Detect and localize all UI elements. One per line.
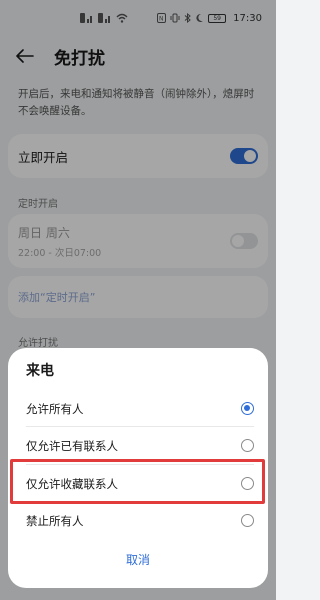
option-label: 禁止所有人 — [26, 513, 84, 528]
sheet-title: 来电 — [26, 363, 54, 379]
radio-selected-icon[interactable] — [241, 402, 254, 415]
radio-icon[interactable] — [241, 439, 254, 452]
option-block-all[interactable]: 禁止所有人 — [26, 502, 254, 539]
option-label: 仅允许已有联系人 — [26, 438, 118, 453]
option-allow-all[interactable]: 允许所有人 — [26, 390, 254, 427]
cancel-button[interactable]: 取消 — [8, 544, 268, 576]
option-label: 允许所有人 — [26, 401, 84, 416]
highlight-box — [10, 459, 265, 504]
radio-icon[interactable] — [241, 514, 254, 527]
